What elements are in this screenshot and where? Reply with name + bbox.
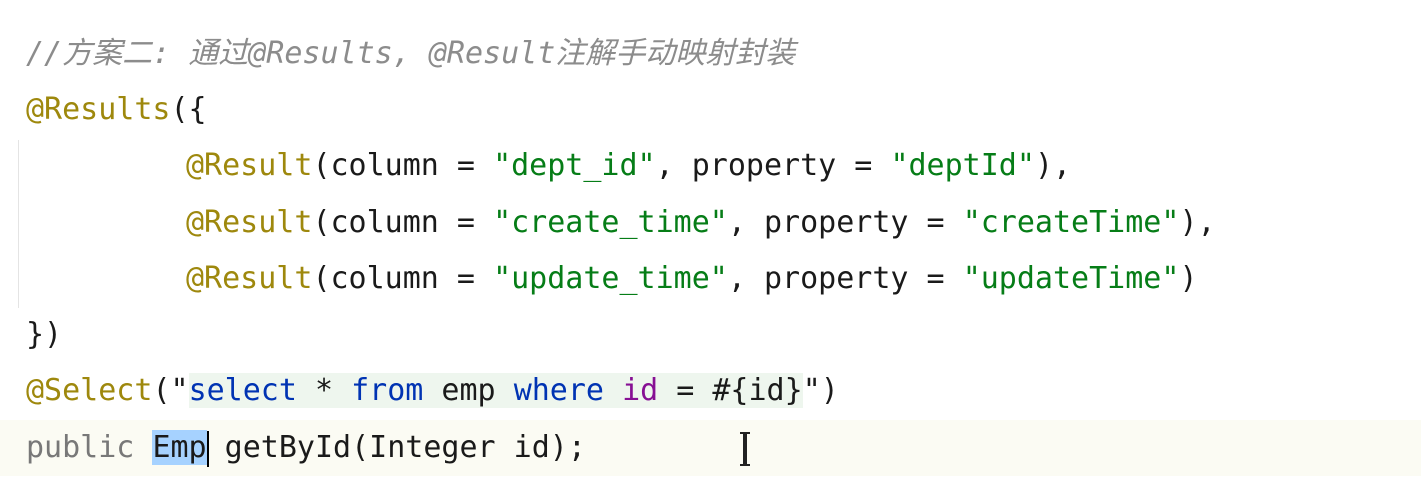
code-line-method-current[interactable]: public Emp getById(Integer id); — [0, 420, 1421, 476]
code-line-comment[interactable]: //方案二: 通过@Results, @Result注解手动映射封装 — [0, 26, 1421, 82]
select-annotation: @Select — [26, 373, 153, 408]
code-line-results-open[interactable]: @Results({ — [0, 82, 1421, 138]
result-property-key: , property = — [727, 261, 963, 296]
code-editor[interactable]: //方案二: 通过@Results, @Result注解手动映射封装 @Resu… — [0, 0, 1421, 500]
sql-star: * — [296, 373, 352, 408]
result-column-key: (column = — [312, 261, 494, 296]
method-modifier: public — [26, 430, 135, 465]
select-open: (" — [152, 373, 189, 408]
method-space — [134, 430, 152, 465]
method-rest: getById(Integer id); — [206, 430, 586, 465]
result-close: ) — [1179, 261, 1198, 296]
result-column-key: (column = — [312, 148, 494, 183]
result-close: ), — [1034, 148, 1072, 183]
sql-table-name: emp — [423, 373, 514, 408]
result-column-key: (column = — [312, 205, 494, 240]
comment-text: //方案二: 通过@Results, @Result注解手动映射封装 — [26, 36, 796, 71]
code-line-result[interactable]: @Result(column = "dept_id", property = "… — [0, 138, 1421, 194]
select-close-quote: " — [802, 373, 821, 408]
result-property-value: "deptId" — [890, 148, 1035, 183]
code-line-select[interactable]: @Select("select * from emp where id = #{… — [0, 363, 1421, 419]
code-line-result[interactable]: @Result(column = "create_time", property… — [0, 195, 1421, 251]
result-column-value: "update_time" — [493, 261, 728, 296]
result-close: ), — [1179, 205, 1216, 240]
result-property-value: "updateTime" — [962, 261, 1180, 296]
select-close: ) — [820, 373, 839, 408]
result-annotation: @Result — [186, 148, 313, 183]
result-column-value: "dept_id" — [493, 148, 656, 183]
results-annotation: @Results — [26, 92, 171, 127]
result-property-key: , property = — [727, 205, 963, 240]
sql-keyword-select: select — [188, 373, 297, 408]
selected-return-type[interactable]: Emp — [152, 430, 207, 465]
result-column-value: "create_time" — [493, 205, 728, 240]
sql-condition: = #{id} — [658, 373, 803, 408]
result-annotation: @Result — [186, 205, 313, 240]
code-line-results-close[interactable]: }) — [0, 307, 1421, 363]
result-property-key: , property = — [655, 148, 891, 183]
sql-keyword-from: from — [351, 373, 424, 408]
sql-column-id: id — [622, 373, 659, 408]
sql-injected-fragment: select * from emp where id = #{id} — [188, 373, 803, 408]
results-close-brace: }) — [26, 317, 63, 352]
sql-space — [604, 373, 622, 408]
ibeam-cursor-icon — [740, 432, 750, 466]
code-line-result[interactable]: @Result(column = "update_time", property… — [0, 251, 1421, 307]
result-property-value: "createTime" — [962, 205, 1180, 240]
sql-keyword-where: where — [513, 373, 604, 408]
result-annotation: @Result — [186, 261, 313, 296]
results-open-brace: ({ — [170, 92, 207, 127]
